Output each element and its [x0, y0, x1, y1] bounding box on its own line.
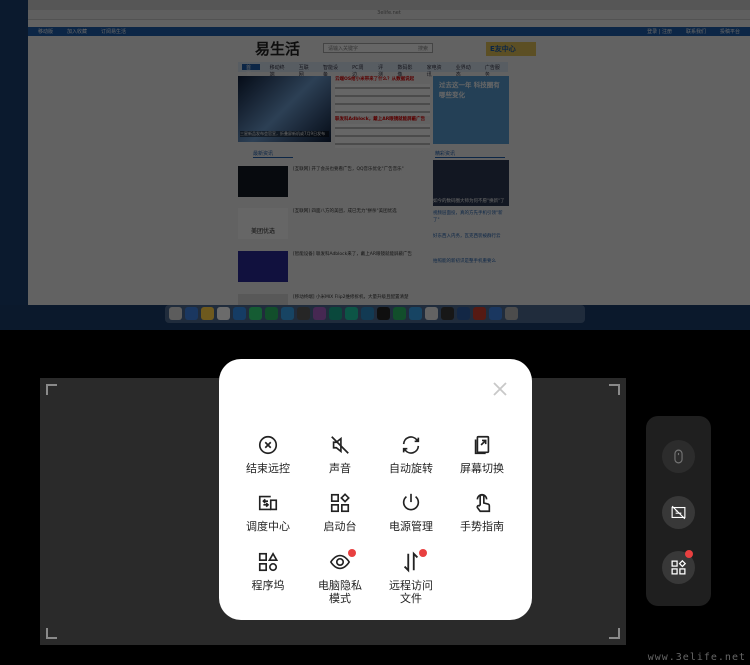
ad-banner[interactable]: 过去这一年 科技圈有哪些变化: [433, 76, 509, 144]
news-item[interactable]: 美团优选 [互联网] 四面八方的美团，成已无力"拼杀"美团优选: [238, 208, 428, 242]
launchpad-icon: [330, 493, 350, 513]
notification-badge: [685, 550, 693, 558]
top-nav-link[interactable]: 移动版: [38, 28, 53, 35]
privacy-mode-button[interactable]: 电脑隐私 模式: [304, 549, 376, 605]
gesture-guide-button[interactable]: 手势指南: [446, 492, 518, 533]
menu-item[interactable]: 移动终端: [270, 64, 289, 78]
side-item[interactable]: 视频层面投，真的方先手机引领"新了": [433, 210, 509, 224]
mouse-icon: [674, 449, 683, 464]
site-logo: 易生活: [255, 40, 301, 58]
floating-control-panel: [646, 416, 711, 606]
menu-item[interactable]: 业界动态: [456, 64, 475, 78]
item-label: 手势指南: [460, 520, 504, 533]
search-button[interactable]: 搜索: [418, 45, 428, 52]
hero-banner[interactable]: 三星新品发布会官宣，折叠屏新机或7月9日发布: [238, 76, 331, 142]
item-label: 屏幕切换: [460, 462, 504, 475]
top-nav-link[interactable]: 联系我们: [686, 28, 706, 35]
news-item[interactable]: [移动终端] 小米MIX Flip2维修拆机，大量升级且配置清楚: [238, 294, 428, 305]
screen-off-button[interactable]: [662, 496, 695, 529]
close-circle-icon: [258, 435, 278, 455]
power-button[interactable]: 电源管理: [375, 492, 447, 533]
section-featured: 精彩资讯: [435, 150, 505, 158]
site-search-input[interactable]: 请输入关键字 搜索: [323, 43, 433, 53]
browser-tabbar: [28, 0, 750, 10]
corner-bracket: [609, 384, 620, 395]
side-item[interactable]: 如今的数码圈大师为何不愿"换新"了: [433, 160, 509, 206]
notification-badge: [348, 549, 356, 557]
item-label: 调度中心: [246, 520, 290, 533]
news-item[interactable]: [智能设备] 联发科Adblock来了，戴上AR眼镜就能屏蔽广告: [238, 251, 428, 285]
address-bar[interactable]: 3elife.net: [28, 10, 750, 20]
headline[interactable]: 联发科Adblock，戴上AR眼镜就能屏蔽广告: [335, 116, 430, 124]
item-label: 电脑隐私 模式: [318, 579, 362, 605]
corner-bracket: [46, 384, 57, 395]
mac-dock[interactable]: [165, 305, 585, 323]
top-nav-link[interactable]: 登录 | 注册: [647, 28, 672, 35]
item-label: 声音: [329, 462, 351, 475]
launchpad-button[interactable]: 启动台: [304, 492, 376, 533]
close-icon[interactable]: [492, 381, 508, 397]
screen-switch-icon: [474, 435, 490, 455]
site-menu: 首页 移动终端 互联网 智能设备 PC周边 评测 数码影像 家电资讯 业界动态 …: [238, 62, 508, 78]
section-latest: 最新资讯: [253, 150, 293, 158]
top-nav-link[interactable]: 投稿平台: [720, 28, 740, 35]
browser-window: 3elife.net 移动版 加入收藏 订阅易生活 登录 | 注册 联系我们 投…: [28, 0, 750, 305]
item-label: 程序坞: [251, 579, 285, 592]
item-label: 自动旋转: [389, 462, 433, 475]
dock-button[interactable]: 程序坞: [232, 551, 304, 592]
watermark: www.3elife.net: [647, 652, 746, 663]
side-item[interactable]: 好东西入内务，瓦克西装被群行云: [433, 233, 509, 240]
menu-button[interactable]: [662, 550, 695, 584]
item-label: 电源管理: [389, 520, 433, 533]
menu-item[interactable]: 评测: [378, 64, 388, 78]
item-label: 启动台: [323, 520, 357, 533]
corner-bracket: [46, 628, 57, 639]
corner-bracket: [609, 628, 620, 639]
launchpad-icon: [671, 559, 687, 575]
sound-off-icon: [331, 436, 349, 454]
auto-rotate-icon: [402, 436, 420, 454]
top-nav-link[interactable]: 加入收藏: [67, 28, 87, 35]
mouse-mode-button[interactable]: [662, 440, 695, 473]
news-item[interactable]: [互联网] 开了会员也要看广告，QQ音乐优化"广告音乐": [238, 166, 428, 200]
screen-switch-button[interactable]: 屏幕切换: [446, 434, 518, 475]
mission-control-icon: [258, 495, 278, 511]
gesture-icon: [476, 493, 491, 513]
menu-item[interactable]: 广告服务: [485, 64, 504, 78]
power-icon: [402, 493, 420, 511]
site-top-nav: 移动版 加入收藏 订阅易生活 登录 | 注册 联系我们 投稿平台: [28, 27, 750, 36]
remote-mac-screen[interactable]: 3elife.net 移动版 加入收藏 订阅易生活 登录 | 注册 联系我们 投…: [0, 0, 750, 330]
meituan-logo: 美团优选: [238, 208, 288, 239]
headline-list: 云端OS给小米带来了什么？从数据说起 联发科Adblock，戴上AR眼镜就能屏蔽…: [335, 76, 430, 148]
dock-icon: [258, 552, 279, 572]
banner-caption: 三星新品发布会官宣，折叠屏新机或7月9日发布: [240, 131, 329, 137]
mission-control-button[interactable]: 调度中心: [232, 492, 304, 533]
menu-item[interactable]: 家电资讯: [427, 64, 446, 78]
remote-files-button[interactable]: 远程访问 文件: [375, 549, 447, 605]
menu-item[interactable]: 智能设备: [323, 64, 342, 78]
side-item[interactable]: 拍照能的新初识是整手机重要么: [433, 258, 509, 265]
end-remote-button[interactable]: 结束远控: [232, 434, 304, 475]
e-center-banner[interactable]: E友中心: [486, 42, 536, 56]
menu-item[interactable]: 互联网: [299, 64, 313, 78]
headline[interactable]: 云端OS给小米带来了什么？从数据说起: [335, 76, 430, 84]
top-nav-link[interactable]: 订阅易生活: [101, 28, 126, 35]
menu-item[interactable]: PC周边: [352, 64, 368, 78]
auto-rotate-button[interactable]: 自动旋转: [375, 434, 447, 475]
menu-item[interactable]: 首页: [242, 64, 260, 78]
notification-badge: [419, 549, 427, 557]
item-label: 结束远控: [246, 462, 290, 475]
menu-item[interactable]: 数码影像: [398, 64, 417, 78]
screen-off-icon: [671, 505, 686, 520]
search-placeholder: 请输入关键字: [328, 46, 359, 52]
control-menu-modal: 结束远控 声音 自动旋转 屏幕切换 调度中心 启动台 电源管理 手势指南 程序坞…: [219, 359, 532, 620]
sound-button[interactable]: 声音: [304, 434, 376, 475]
item-label: 远程访问 文件: [389, 579, 433, 605]
